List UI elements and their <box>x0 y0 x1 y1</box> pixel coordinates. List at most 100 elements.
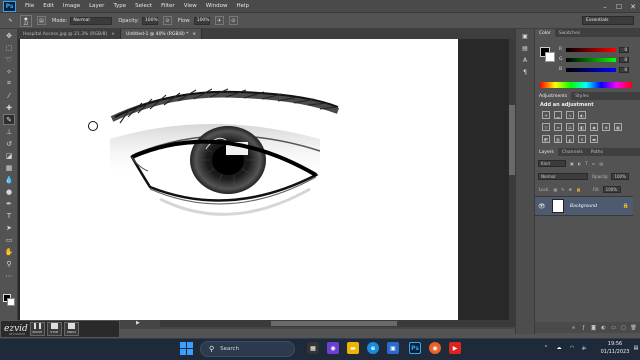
windows-start-icon[interactable] <box>180 342 193 355</box>
color-spectrum-bar[interactable] <box>540 82 632 88</box>
horizontal-scroll-thumb[interactable] <box>271 321 397 326</box>
marquee-tool-icon[interactable]: ⬚ <box>3 42 15 53</box>
background-color-swatch[interactable] <box>7 298 15 306</box>
tab-color[interactable]: Color <box>535 29 555 37</box>
close-icon[interactable]: ✕ <box>626 0 640 13</box>
menu-edit[interactable]: Edit <box>43 3 54 9</box>
tab-layers[interactable]: Layers <box>535 148 558 156</box>
quick-select-tool-icon[interactable]: ✧ <box>3 66 15 77</box>
volume-icon[interactable]: 🔈 <box>579 342 591 354</box>
filter-shape-icon[interactable]: ▭ <box>592 161 596 166</box>
blur-tool-icon[interactable]: 💧 <box>3 174 15 185</box>
history-icon[interactable]: ▣ <box>520 32 530 41</box>
green-slider[interactable] <box>566 57 616 62</box>
color-balance-icon[interactable]: ⚖ <box>566 123 574 131</box>
airbrush-icon[interactable]: ✈ <box>214 16 224 25</box>
gradient-map-icon[interactable]: ▬ <box>590 135 598 143</box>
layer-kind-filter[interactable]: Kind <box>538 159 566 167</box>
tab-styles[interactable]: Styles <box>571 92 593 100</box>
new-layer-icon[interactable]: ▢ <box>620 324 627 331</box>
lock-transparent-icon[interactable]: ▦ <box>553 187 557 192</box>
tab-paths[interactable]: Paths <box>587 148 607 156</box>
edge-browser-icon[interactable]: e <box>367 342 379 354</box>
threshold-icon[interactable]: ◭ <box>566 135 574 143</box>
pressure-size-icon[interactable]: ⊙ <box>228 16 238 25</box>
clock-time[interactable]: 19:56 <box>600 341 630 347</box>
crop-tool-icon[interactable]: ⌗ <box>3 78 15 89</box>
type-tool-icon[interactable]: T <box>3 210 15 221</box>
dodge-tool-icon[interactable]: ● <box>3 186 15 197</box>
invert-icon[interactable]: ◩ <box>542 135 550 143</box>
character-icon[interactable]: A <box>520 56 530 65</box>
menu-layer[interactable]: Layer <box>89 3 104 9</box>
selective-color-icon[interactable]: ✕ <box>578 135 586 143</box>
levels-icon[interactable]: ▁ <box>554 111 562 119</box>
app-icon[interactable]: ▶ <box>449 342 461 354</box>
gradient-tool-icon[interactable]: ▦ <box>3 162 15 173</box>
red-value[interactable]: 0 <box>619 46 629 53</box>
black-white-icon[interactable]: ◧ <box>578 123 586 131</box>
chat-app-icon[interactable]: ◉ <box>327 342 339 354</box>
tab-swatches[interactable]: Swatches <box>555 29 585 37</box>
layer-style-icon[interactable]: ƒ <box>580 324 587 331</box>
color-lookup-icon[interactable]: ▦ <box>614 123 622 131</box>
task-view-icon[interactable]: ▦ <box>307 342 319 354</box>
filter-adjustment-icon[interactable]: ◐ <box>578 161 582 166</box>
status-menu-arrow[interactable]: ▶ <box>136 320 140 326</box>
blue-slider[interactable] <box>566 67 616 72</box>
pen-tool-icon[interactable]: ✒ <box>3 198 15 209</box>
pause-button[interactable]: PAUSE <box>29 322 45 336</box>
menu-file[interactable]: File <box>25 3 34 9</box>
new-group-icon[interactable]: ▭ <box>610 324 617 331</box>
path-select-tool-icon[interactable]: ➤ <box>3 222 15 233</box>
tab-hospital-access[interactable]: Hospital Access.jpg @ 21.3% (RGB/8) × <box>18 29 122 39</box>
panel-background-swatch[interactable] <box>545 52 555 62</box>
link-layers-icon[interactable]: ∞ <box>570 324 577 331</box>
taskbar-search[interactable]: ⚲ Search <box>200 341 295 357</box>
delete-layer-icon[interactable]: 🗑 <box>630 324 637 331</box>
red-slider[interactable] <box>566 47 616 52</box>
document-canvas[interactable] <box>20 39 458 320</box>
clone-stamp-tool-icon[interactable]: ⊥ <box>3 126 15 137</box>
channel-mixer-icon[interactable]: ⊕ <box>602 123 610 131</box>
zoom-tool-icon[interactable]: ⚲ <box>3 258 15 269</box>
close-icon[interactable]: × <box>192 32 196 37</box>
hue-saturation-icon[interactable]: ≡ <box>554 123 562 131</box>
lock-image-icon[interactable]: ✎ <box>561 187 564 192</box>
maximize-icon[interactable]: ☐ <box>612 0 626 13</box>
brush-tool-icon[interactable]: ✎ <box>6 16 15 25</box>
vibrance-icon[interactable]: ▽ <box>542 123 550 131</box>
menu-image[interactable]: Image <box>63 3 80 9</box>
tray-chevron-icon[interactable]: ⌃ <box>540 342 552 354</box>
close-icon[interactable]: × <box>111 32 115 37</box>
pressure-opacity-icon[interactable]: ⊙ <box>162 16 172 25</box>
undo-button[interactable]: UNDO <box>63 322 79 336</box>
tab-untitled-1[interactable]: Untitled-1 @ 40% (RGB/8) * × <box>121 29 203 39</box>
minimize-icon[interactable]: – <box>598 0 612 13</box>
notification-icon[interactable]: ▤ <box>630 342 640 354</box>
flow-field[interactable]: 100% <box>193 16 210 25</box>
menu-filter[interactable]: Filter <box>161 3 175 9</box>
stop-button[interactable]: STOP <box>46 322 62 336</box>
hand-tool-icon[interactable]: ✋ <box>3 246 15 257</box>
wifi-icon[interactable]: ◠ <box>566 342 578 354</box>
store-icon[interactable]: ▣ <box>387 342 399 354</box>
brush-panel-icon[interactable]: ▤ <box>37 16 46 25</box>
photoshop-taskbar-icon[interactable]: Ps <box>409 342 421 354</box>
mode-select[interactable]: Normal <box>70 16 113 25</box>
menu-window[interactable]: Window <box>206 3 228 9</box>
tab-channels[interactable]: Channels <box>558 148 587 156</box>
curves-icon[interactable]: ∿ <box>566 111 574 119</box>
visibility-eye-icon[interactable]: 👁 <box>538 203 547 210</box>
healing-tool-icon[interactable]: ✚ <box>3 102 15 113</box>
move-tool-icon[interactable]: ✥ <box>3 30 15 41</box>
add-mask-icon[interactable]: ◙ <box>590 324 597 331</box>
firefox-icon[interactable]: ◉ <box>429 342 441 354</box>
brush-preset-picker[interactable]: ● 22 <box>20 14 32 27</box>
history-brush-tool-icon[interactable]: ↺ <box>3 138 15 149</box>
workspace-switcher[interactable]: Essentials <box>582 16 634 25</box>
lock-position-icon[interactable]: ✥ <box>569 187 572 192</box>
file-explorer-icon[interactable]: ▬ <box>347 342 359 354</box>
posterize-icon[interactable]: ▥ <box>554 135 562 143</box>
lock-all-icon[interactable]: 🔒 <box>576 187 581 192</box>
